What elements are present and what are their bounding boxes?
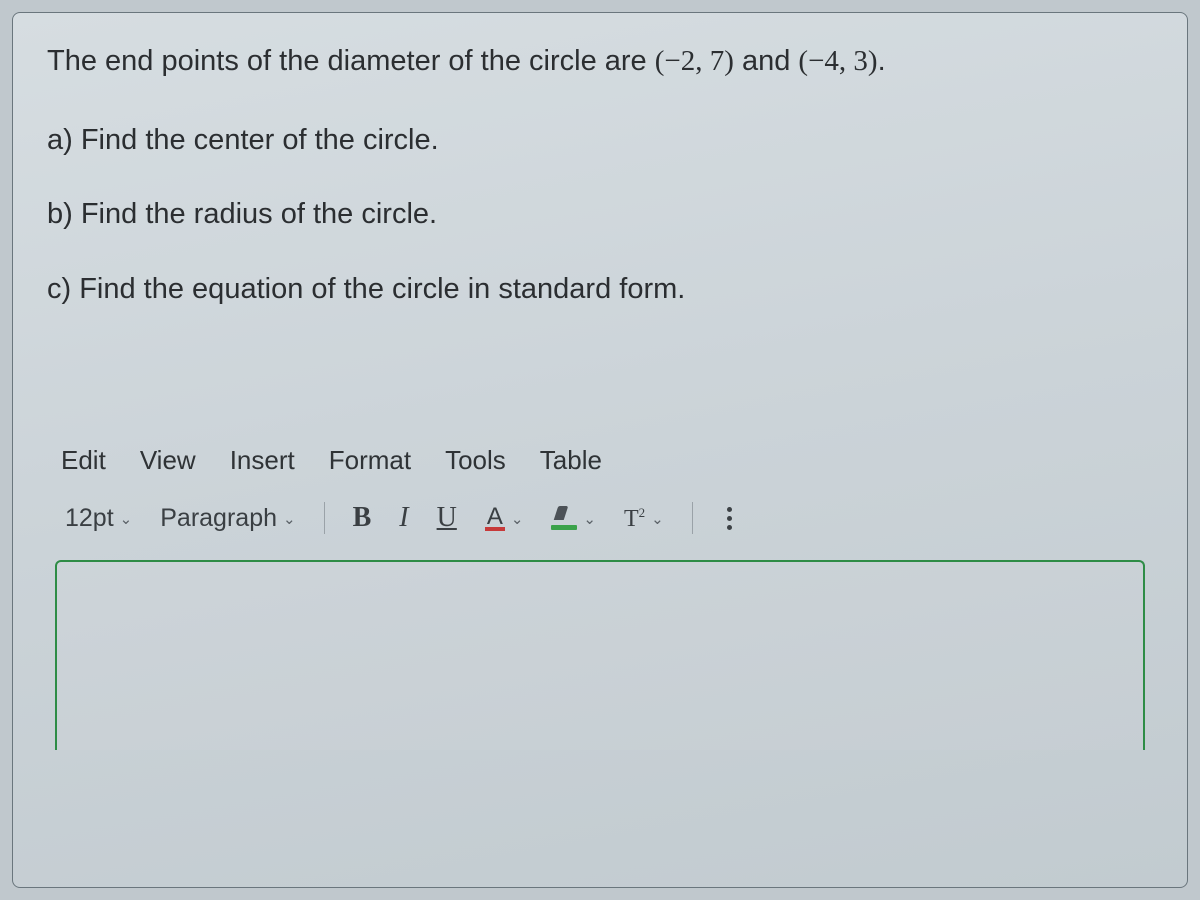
highlight-color-dropdown[interactable]: ⌄: [547, 504, 600, 532]
menu-table[interactable]: Table: [540, 445, 602, 476]
question-part-c: c) Find the equation of the circle in st…: [47, 269, 1153, 310]
menu-edit[interactable]: Edit: [61, 445, 106, 476]
bold-icon: B: [353, 504, 372, 532]
chevron-down-icon: ⌄: [120, 512, 133, 527]
chevron-down-icon: ⌄: [651, 512, 664, 527]
font-size-label: 12pt: [65, 506, 114, 531]
menu-tools[interactable]: Tools: [445, 445, 506, 476]
answer-input[interactable]: [55, 560, 1145, 750]
menu-view[interactable]: View: [140, 445, 196, 476]
question-intro: The end points of the diameter of the ci…: [47, 41, 1153, 82]
menu-format[interactable]: Format: [329, 445, 411, 476]
intro-connector: and: [742, 45, 798, 77]
superscript-icon: T2: [624, 506, 645, 531]
kebab-menu-icon: [721, 505, 738, 532]
italic-icon: I: [399, 504, 408, 532]
editor-toolbar: 12pt ⌄ Paragraph ⌄ B I U A ⌄: [55, 496, 1145, 560]
superscript-dropdown[interactable]: T2 ⌄: [620, 504, 668, 533]
point-2: (−4, 3): [798, 45, 877, 77]
rich-text-editor: Edit View Insert Format Tools Table 12pt…: [47, 439, 1153, 750]
font-size-dropdown[interactable]: 12pt ⌄: [61, 504, 136, 533]
chevron-down-icon: ⌄: [283, 512, 296, 527]
toolbar-separator: [324, 502, 325, 534]
question-part-a: a) Find the center of the circle.: [47, 120, 1153, 161]
highlighter-icon: [551, 506, 577, 530]
italic-button[interactable]: I: [395, 502, 412, 534]
bold-button[interactable]: B: [349, 502, 376, 534]
text-color-dropdown[interactable]: A ⌄: [481, 504, 528, 534]
underline-icon: U: [437, 504, 457, 532]
question-part-b: b) Find the radius of the circle.: [47, 194, 1153, 235]
menu-insert[interactable]: Insert: [230, 445, 295, 476]
chevron-down-icon: ⌄: [511, 512, 524, 527]
question-panel: The end points of the diameter of the ci…: [12, 12, 1188, 888]
block-style-label: Paragraph: [160, 506, 277, 531]
toolbar-separator: [692, 502, 693, 534]
point-1: (−2, 7): [655, 45, 734, 77]
intro-prefix: The end points of the diameter of the ci…: [47, 45, 655, 77]
underline-button[interactable]: U: [433, 502, 461, 534]
editor-menubar: Edit View Insert Format Tools Table: [55, 439, 1145, 496]
more-tools-button[interactable]: [717, 503, 742, 534]
block-style-dropdown[interactable]: Paragraph ⌄: [156, 504, 299, 533]
chevron-down-icon: ⌄: [583, 512, 596, 527]
text-color-icon: A: [485, 506, 505, 532]
intro-suffix: .: [878, 45, 886, 77]
question-text: The end points of the diameter of the ci…: [47, 41, 1153, 309]
